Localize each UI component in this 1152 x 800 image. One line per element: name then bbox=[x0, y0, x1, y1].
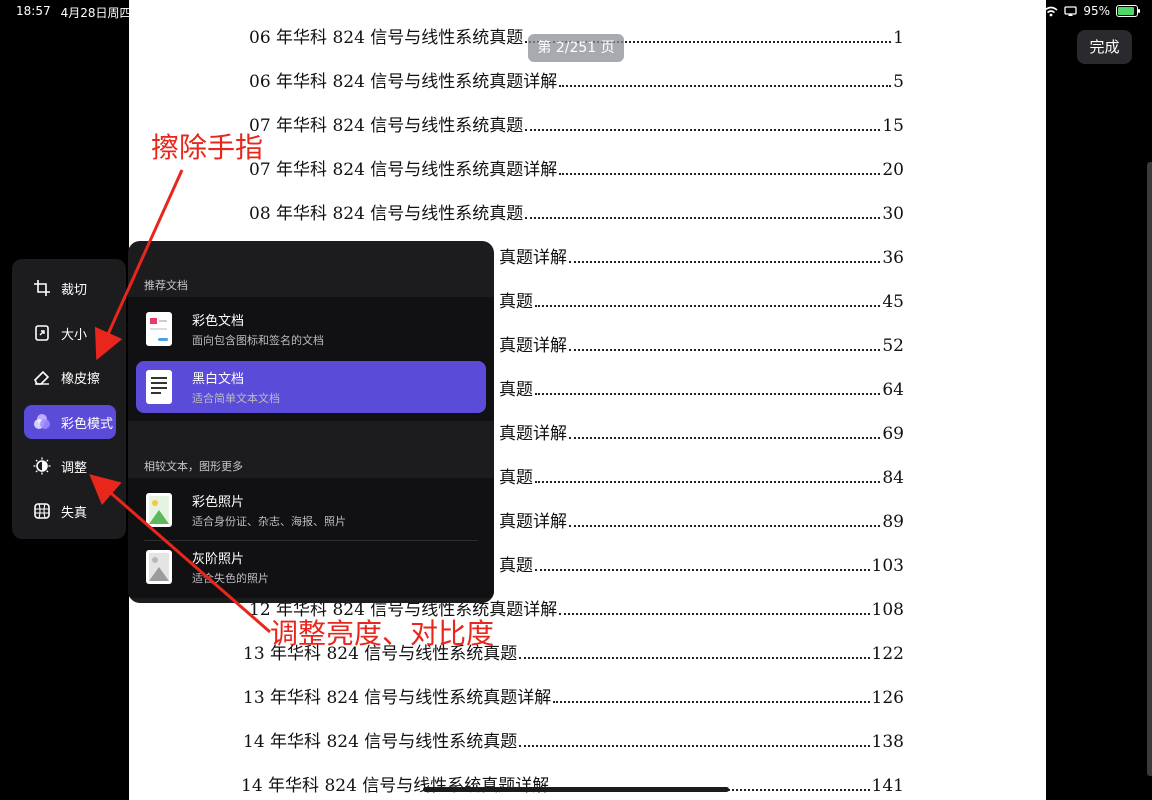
adjust-arrow bbox=[89, 474, 271, 634]
eraser-annotation: 擦除手指 bbox=[151, 131, 264, 164]
eraser-arrow bbox=[94, 169, 184, 361]
annotation-arrows bbox=[89, 169, 271, 634]
adjust-annotation: 调整亮度、对比度 bbox=[270, 617, 495, 650]
